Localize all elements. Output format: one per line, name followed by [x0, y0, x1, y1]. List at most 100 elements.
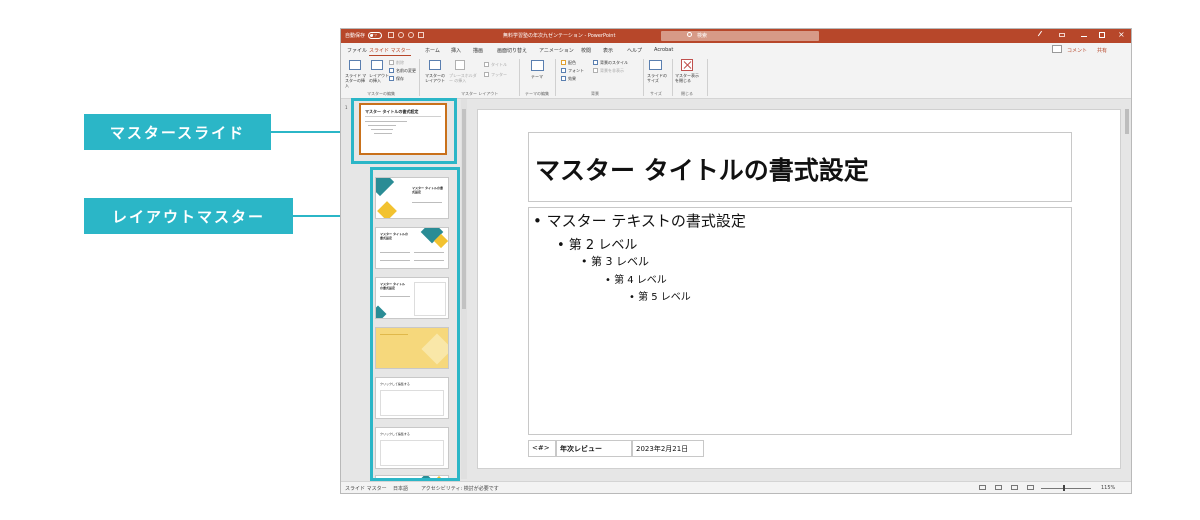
- fonts-label[interactable]: フォント: [568, 68, 584, 73]
- bullet-level-1: • マスター テキストの書式設定: [533, 212, 746, 230]
- preserve-icon[interactable]: [389, 76, 394, 81]
- background-styles-icon[interactable]: [593, 60, 598, 65]
- date-field: 2023年2月21日: [636, 445, 689, 453]
- scrollbar-thumb[interactable]: [462, 109, 466, 309]
- editor-scrollbar[interactable]: [1123, 99, 1131, 481]
- title-checkbox[interactable]: [484, 62, 489, 67]
- undo-icon[interactable]: [398, 32, 404, 38]
- insert-layout-label[interactable]: レイアウト の挿入: [369, 73, 389, 83]
- close-master-icon[interactable]: [681, 59, 693, 71]
- rename-icon[interactable]: [389, 68, 394, 73]
- highlight-master-slide: [351, 98, 457, 164]
- redo-icon[interactable]: [408, 32, 414, 38]
- status-accessibility[interactable]: アクセシビリティ: 検討が必要です: [421, 485, 499, 492]
- delete-icon[interactable]: [389, 60, 394, 65]
- insert-slide-master-label[interactable]: スライド マスターの挿入: [345, 73, 367, 88]
- slide-sorter-icon[interactable]: [995, 485, 1002, 490]
- highlight-layout-masters: [370, 167, 460, 481]
- group-edit-master: マスターの編集: [367, 91, 395, 96]
- search-box[interactable]: 検索: [661, 31, 819, 41]
- document-title: 無料学習塾の年次九ゼンテーション - PowerPoint: [503, 33, 616, 39]
- status-language[interactable]: 日本語: [393, 485, 408, 492]
- hide-background-checkbox[interactable]: [593, 68, 598, 73]
- group-edit-theme: テーマの編集: [525, 91, 549, 96]
- comments-button[interactable]: コメント: [1067, 47, 1087, 54]
- tab-view[interactable]: 表示: [603, 47, 613, 54]
- zoom-slider-handle[interactable]: [1063, 485, 1065, 491]
- close-window-icon[interactable]: ×: [1118, 30, 1125, 39]
- title-check-label: タイトル: [491, 62, 507, 67]
- comment-icon[interactable]: [1052, 45, 1062, 53]
- footer-placeholder[interactable]: 年次レビュー: [556, 440, 632, 457]
- status-view: スライド マスター: [345, 486, 387, 492]
- footer-check-label: フッター: [491, 72, 507, 77]
- delete-label[interactable]: 削除: [396, 60, 404, 65]
- bullet-level-4: • 第 4 レベル: [605, 275, 667, 286]
- share-button[interactable]: 共有: [1097, 47, 1107, 54]
- zoom-level[interactable]: 115%: [1101, 485, 1115, 491]
- bullet-level-3: • 第 3 レベル: [581, 255, 649, 268]
- ribbon-separator: [707, 59, 708, 96]
- insert-placeholder-label[interactable]: プレースホルダー の挿入: [449, 73, 479, 83]
- ribbon-separator: [643, 59, 644, 96]
- ribbon-display-icon[interactable]: [1059, 33, 1065, 37]
- autosave-label: 自動保存: [345, 33, 366, 39]
- colors-label[interactable]: 配色: [568, 60, 576, 65]
- effects-label[interactable]: 効果: [568, 76, 576, 81]
- save-icon[interactable]: [388, 32, 394, 38]
- tab-acrobat[interactable]: Acrobat: [654, 47, 673, 53]
- ribbon-separator: [672, 59, 673, 96]
- tab-animations[interactable]: アニメーション: [539, 47, 574, 54]
- ribbon-separator: [519, 59, 520, 96]
- tab-draw[interactable]: 描画: [473, 47, 483, 54]
- slide-number-field: <#>: [532, 444, 550, 452]
- tab-review[interactable]: 校閲: [581, 47, 591, 54]
- minimize-icon[interactable]: [1081, 36, 1087, 37]
- search-placeholder: 検索: [697, 33, 708, 39]
- colors-icon[interactable]: [561, 60, 566, 65]
- tab-slide-master[interactable]: スライド マスター: [369, 47, 411, 56]
- slide-size-label[interactable]: スライドの サイズ: [647, 73, 667, 83]
- rename-label[interactable]: 名前の変更: [396, 68, 416, 73]
- insert-slide-master-icon[interactable]: [349, 60, 361, 70]
- start-slideshow-icon[interactable]: [418, 32, 424, 38]
- reading-view-icon[interactable]: [1011, 485, 1018, 490]
- tab-help[interactable]: ヘルプ: [627, 47, 642, 54]
- insert-layout-icon[interactable]: [371, 60, 383, 70]
- normal-view-icon[interactable]: [979, 485, 986, 490]
- search-icon: [687, 32, 692, 37]
- tab-file[interactable]: ファイル: [347, 47, 367, 54]
- preserve-label[interactable]: 保存: [396, 76, 404, 81]
- menu-bar: ファイル スライド マスター ホーム 挿入 描画 画面切り替え アニメーション …: [341, 43, 1131, 56]
- hide-background-label: 背景を非表示: [600, 68, 624, 73]
- thumbnail-scrollbar[interactable]: [461, 99, 467, 479]
- close-master-label[interactable]: マスター表示 を閉じる: [675, 73, 703, 83]
- title-placeholder[interactable]: マスター タイトルの書式設定: [528, 132, 1072, 202]
- date-placeholder[interactable]: 2023年2月21日: [632, 440, 704, 457]
- slideshow-icon[interactable]: [1027, 485, 1034, 490]
- tab-home[interactable]: ホーム: [425, 47, 440, 54]
- zoom-slider[interactable]: [1041, 488, 1091, 489]
- footer-text: 年次レビュー: [560, 445, 602, 453]
- bullet-level-2: • 第 2 レベル: [557, 238, 638, 253]
- pen-icon[interactable]: [1037, 30, 1047, 40]
- group-size: サイズ: [650, 91, 662, 96]
- tab-transitions[interactable]: 画面切り替え: [497, 47, 527, 54]
- group-master-layout: マスター レイアウト: [461, 91, 499, 96]
- tab-insert[interactable]: 挿入: [451, 47, 461, 54]
- master-layout-label[interactable]: マスターの レイアウト: [425, 73, 447, 83]
- scrollbar-thumb[interactable]: [1125, 109, 1129, 134]
- themes-icon[interactable]: [531, 60, 544, 71]
- master-layout-icon[interactable]: [429, 60, 441, 70]
- slide-size-icon[interactable]: [649, 60, 662, 70]
- background-styles-label[interactable]: 背景のスタイル: [600, 60, 628, 65]
- footer-checkbox[interactable]: [484, 72, 489, 77]
- insert-placeholder-icon[interactable]: [455, 60, 465, 70]
- fonts-icon[interactable]: [561, 68, 566, 73]
- themes-label[interactable]: テーマ: [531, 74, 543, 79]
- slide-number-placeholder[interactable]: <#>: [528, 440, 556, 457]
- maximize-icon[interactable]: [1099, 32, 1105, 38]
- body-placeholder[interactable]: • マスター テキストの書式設定 • 第 2 レベル • 第 3 レベル • 第…: [528, 207, 1072, 435]
- group-close: 閉じる: [681, 91, 693, 96]
- effects-icon[interactable]: [561, 76, 566, 81]
